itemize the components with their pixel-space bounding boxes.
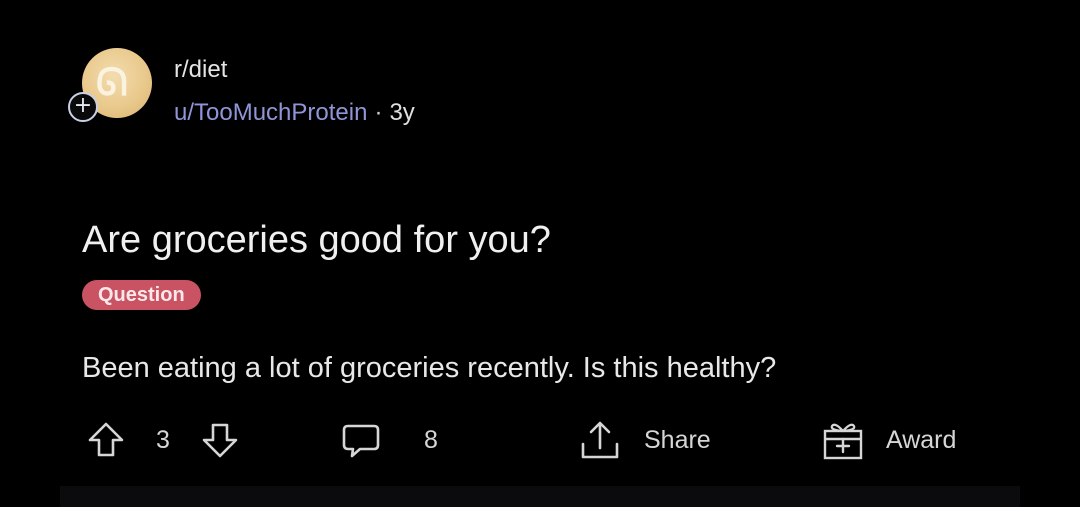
speech-bubble-icon [342,424,380,458]
next-post-edge [60,486,1020,507]
award-label: Award [886,425,957,454]
post-card: ᘏ + r/diet u/TooMuchProtein · 3y Are groce… [0,0,1080,507]
post-title[interactable]: Are groceries good for you? [82,219,551,262]
share-label: Share [644,425,711,454]
share-upload-icon [581,421,619,459]
arrow-up-outline-icon [88,422,124,457]
comment-count-label: 8 [424,425,438,454]
post-body: Been eating a lot of groceries recently.… [82,352,777,384]
share-button[interactable]: Share [578,410,711,470]
author-name[interactable]: u/TooMuchProtein [174,99,367,126]
post-age: 3y [389,99,415,126]
award-button[interactable]: Award [820,410,956,470]
downvote-button[interactable] [200,410,240,470]
subreddit-name[interactable]: r/diet [174,56,227,84]
comments-button[interactable]: 8 [340,410,438,470]
join-plus-icon[interactable]: + [68,92,98,122]
byline-separator: · [374,99,383,126]
subreddit-logo-icon: ᘏ [96,60,128,104]
post-byline: u/TooMuchProtein · 3y [174,99,415,127]
vote-count: 3 [156,410,170,470]
vote-count-label: 3 [156,425,170,454]
subreddit-avatar-group[interactable]: ᘏ + [68,48,152,122]
post-flair-badge[interactable]: Question [82,280,201,310]
arrow-down-outline-icon [202,423,238,458]
action-bar: 3 8 Share Award [0,410,1080,470]
upvote-button[interactable] [86,410,126,470]
gift-box-icon [823,423,863,460]
